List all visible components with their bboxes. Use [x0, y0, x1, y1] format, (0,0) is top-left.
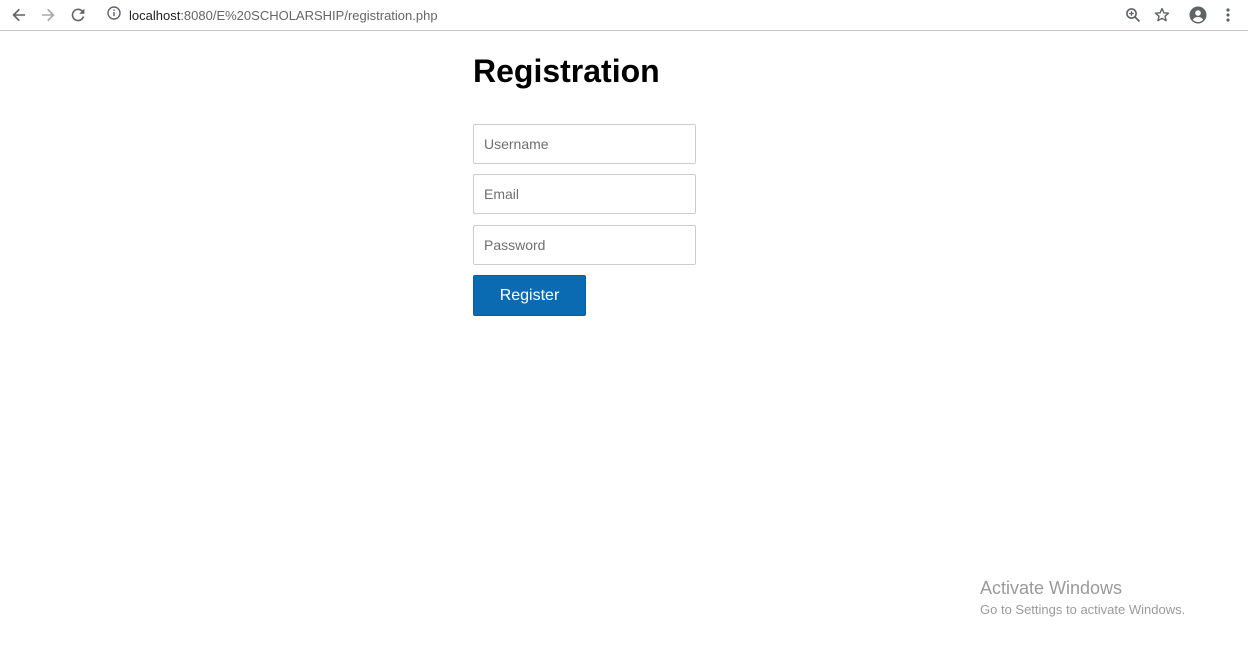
url-path: :8080/E%20SCHOLARSHIP/registration.php [180, 7, 438, 23]
register-button[interactable]: Register [473, 275, 586, 316]
zoom-icon [1125, 7, 1141, 23]
username-field[interactable] [473, 124, 696, 164]
zoom-button[interactable] [1123, 5, 1143, 25]
url-text: localhost:8080/E%20SCHOLARSHIP/registrat… [129, 8, 438, 23]
activate-windows-subtitle: Go to Settings to activate Windows. [980, 602, 1186, 617]
menu-button[interactable] [1218, 5, 1238, 25]
back-arrow-icon [11, 7, 27, 23]
back-button[interactable] [9, 5, 29, 25]
password-field[interactable] [473, 225, 696, 265]
page-title: Registration [473, 53, 660, 89]
info-icon[interactable] [107, 5, 121, 25]
activate-windows-title: Activate Windows [980, 578, 1123, 598]
page-content: Registration Register Activate Windows G… [0, 31, 1248, 650]
menu-dots-icon [1220, 7, 1236, 23]
address-bar[interactable]: localhost:8080/E%20SCHOLARSHIP/registrat… [107, 5, 438, 25]
email-field[interactable] [473, 174, 696, 214]
account-icon [1189, 6, 1207, 24]
reload-button[interactable] [68, 5, 88, 25]
account-button[interactable] [1188, 5, 1208, 25]
forward-button[interactable] [38, 5, 58, 25]
star-icon [1154, 7, 1170, 23]
reload-icon [70, 7, 86, 23]
bookmark-button[interactable] [1152, 5, 1172, 25]
browser-toolbar: localhost:8080/E%20SCHOLARSHIP/registrat… [0, 0, 1248, 31]
forward-arrow-icon [40, 7, 56, 23]
url-host: localhost [129, 7, 181, 23]
